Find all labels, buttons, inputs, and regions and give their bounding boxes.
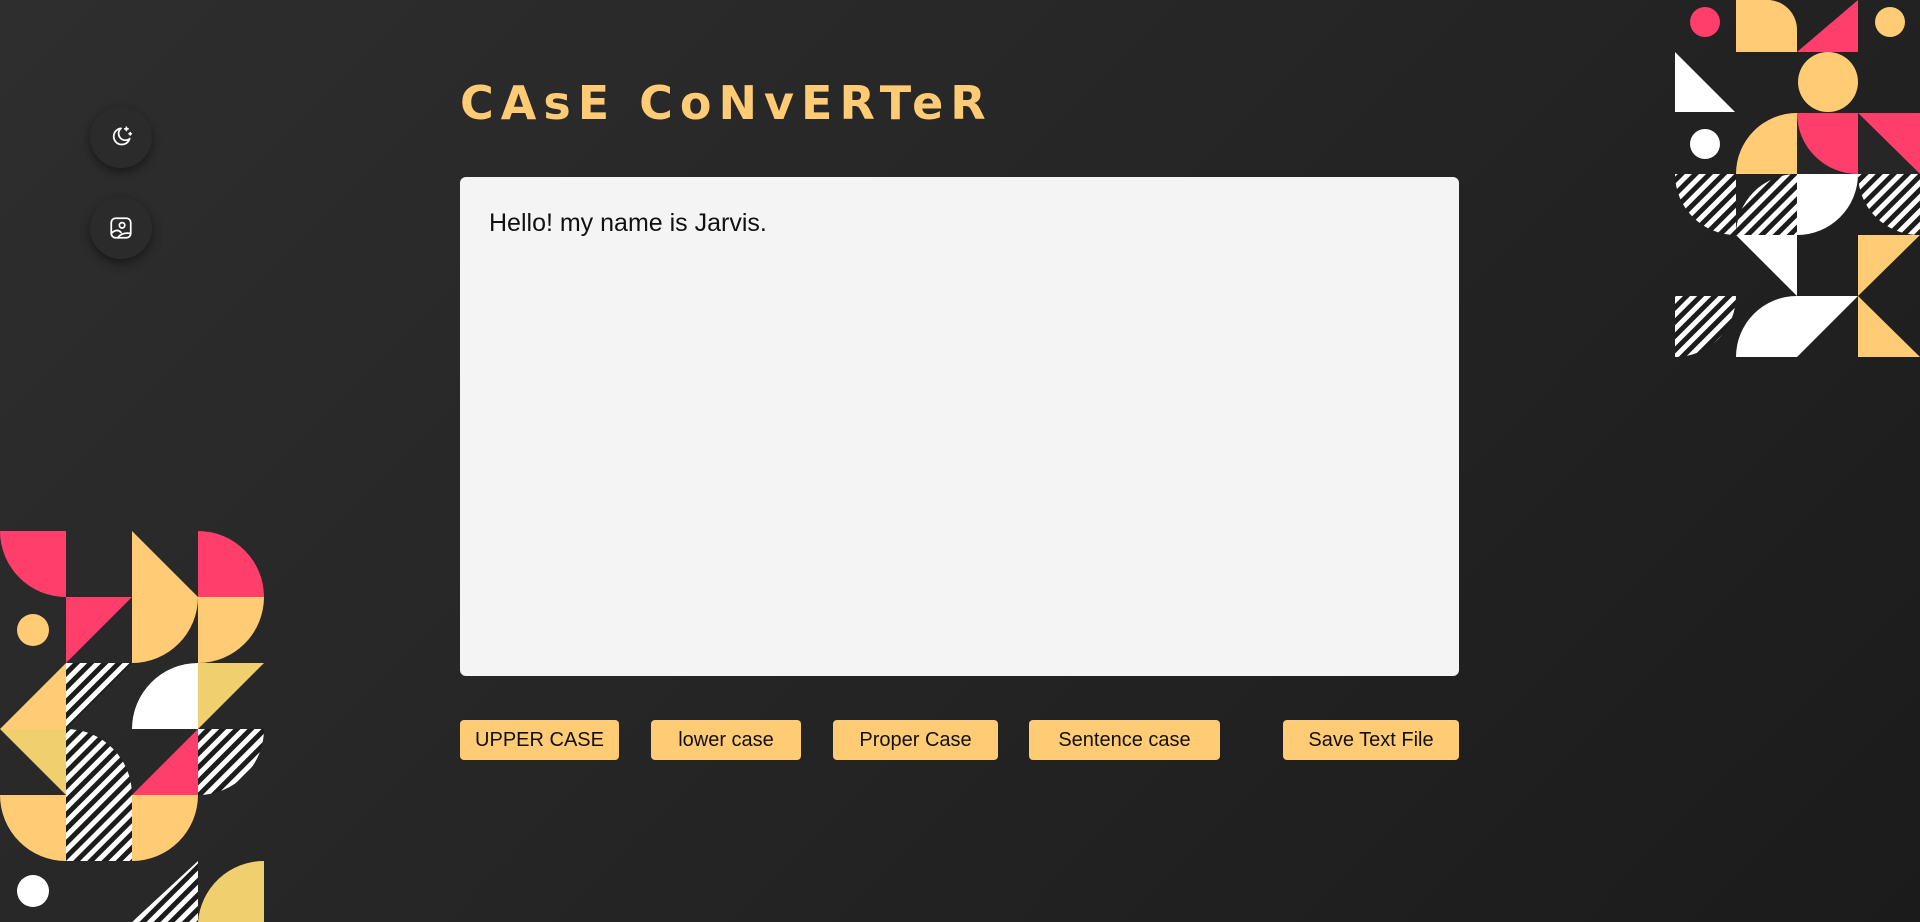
save-text-file-button[interactable]: Save Text File [1283,720,1459,760]
image-icon [110,217,132,239]
background-toggle-button[interactable] [90,197,152,259]
moon-stars-icon [112,126,133,146]
sentence-case-button[interactable]: Sentence case [1029,720,1220,760]
theme-toggle-button[interactable] [90,106,152,168]
lower-case-button[interactable]: lower case [651,720,801,760]
proper-case-button[interactable]: Proper Case [833,720,998,760]
decorative-pattern-top-right [1675,0,1920,357]
text-input[interactable]: Hello! my name is Jarvis. [460,177,1459,676]
upper-case-button[interactable]: UPPER CASE [460,720,619,760]
page-title: CAsE CoNvERTeR [460,76,993,130]
decorative-pattern-bottom-left [0,531,264,922]
